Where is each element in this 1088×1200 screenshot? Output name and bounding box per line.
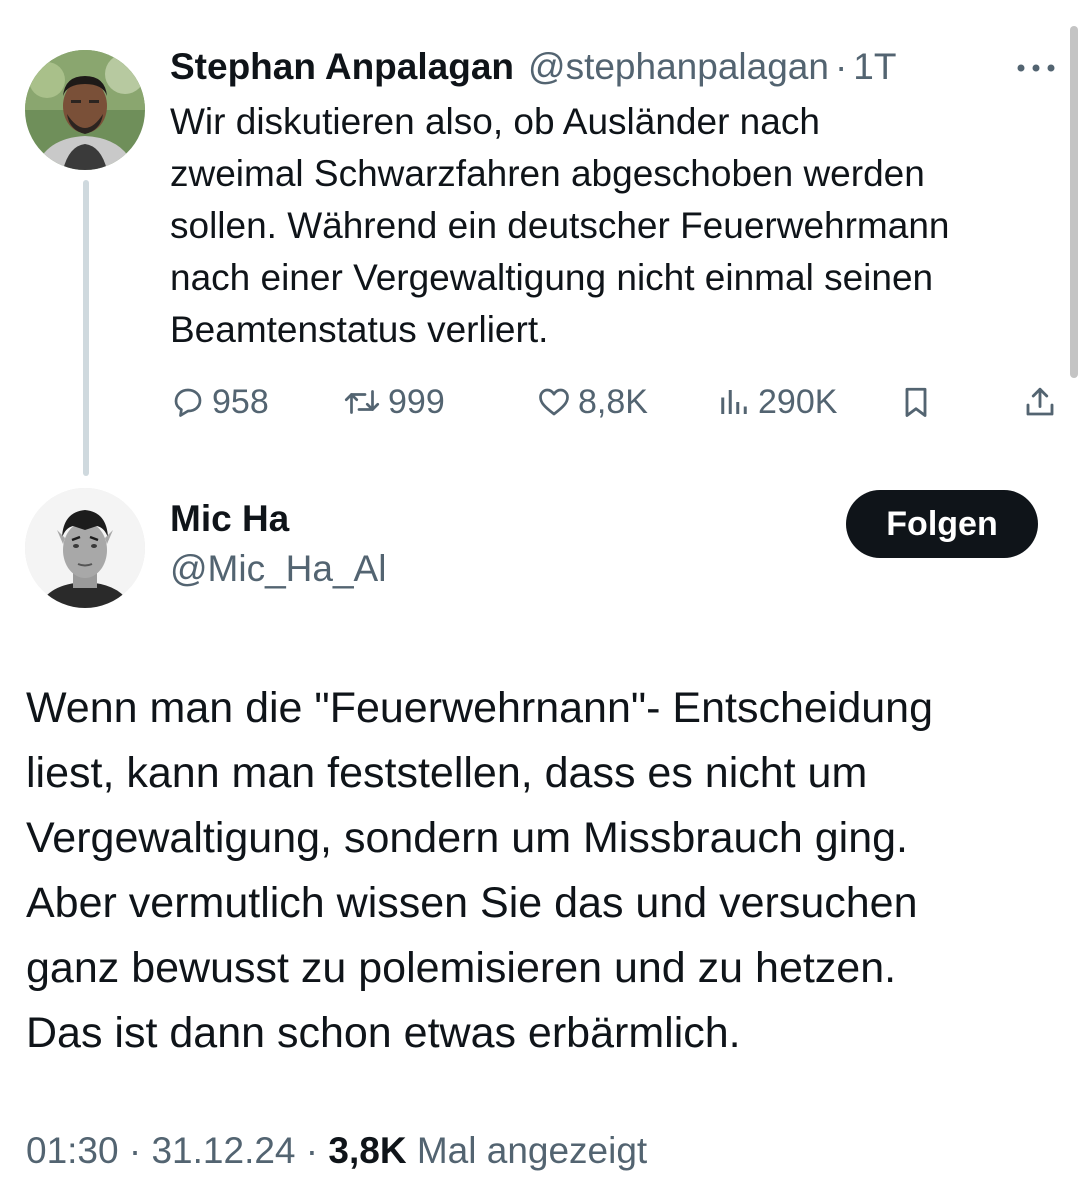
reply-time[interactable]: 01:30 — [26, 1130, 119, 1171]
separator-dot: · — [834, 46, 848, 87]
reply-tweet-text: Wenn man die "Feuerwehrnann"- Entscheidu… — [26, 684, 933, 1057]
avatar-stephan[interactable] — [25, 50, 145, 170]
views-chart-icon — [721, 390, 747, 414]
original-author-name[interactable]: Stephan Anpalagan — [170, 46, 514, 88]
avatar-mic-ha[interactable] — [25, 488, 145, 608]
thread-connector-line — [83, 180, 89, 476]
repost-button[interactable]: 999 — [342, 376, 445, 428]
original-tweet-text: Wir diskutieren also, ob Ausländer nach … — [170, 101, 950, 350]
meta-separator-1: · — [128, 1130, 142, 1171]
original-tweet-header: Stephan Anpalagan @stephanpalagan · 1T — [170, 42, 896, 92]
bookmark-icon — [905, 387, 927, 417]
reply-bubble-icon — [174, 388, 202, 417]
scrollbar[interactable] — [1070, 26, 1078, 378]
reply-button[interactable]: 958 — [170, 376, 269, 428]
reply-tweet-meta: 01:30 · 31.12.24 · 3,8K Mal angezeigt — [26, 1130, 647, 1172]
reply-author-handle[interactable]: @Mic_Ha_Al — [170, 548, 386, 590]
reply-author-name[interactable]: Mic Ha — [170, 498, 289, 540]
reply-date[interactable]: 31.12.24 — [151, 1130, 295, 1171]
share-button[interactable] — [1022, 376, 1058, 428]
follow-button[interactable]: Folgen — [846, 490, 1038, 558]
repost-icon — [344, 390, 380, 414]
heart-icon — [539, 388, 569, 416]
reply-view-count: 3,8K — [328, 1130, 407, 1171]
meta-separator-2: · — [305, 1130, 319, 1171]
original-tweet-actions: 958 999 8,8K 290K — [170, 376, 1065, 428]
original-author-handle[interactable]: @stephanpalagan — [528, 46, 829, 88]
reply-view-label: Mal angezeigt — [416, 1130, 648, 1171]
reply-count: 958 — [212, 382, 269, 421]
repost-count: 999 — [388, 382, 445, 421]
like-count: 8,8K — [578, 382, 648, 421]
views-count: 290K — [758, 382, 838, 421]
views-button[interactable]: 290K — [716, 376, 837, 428]
share-upload-icon — [1026, 387, 1054, 416]
bookmark-button[interactable] — [898, 376, 934, 428]
original-tweet-time[interactable]: 1T — [853, 46, 896, 88]
like-button[interactable]: 8,8K — [536, 376, 648, 428]
more-horizontal-icon[interactable] — [1014, 56, 1058, 80]
